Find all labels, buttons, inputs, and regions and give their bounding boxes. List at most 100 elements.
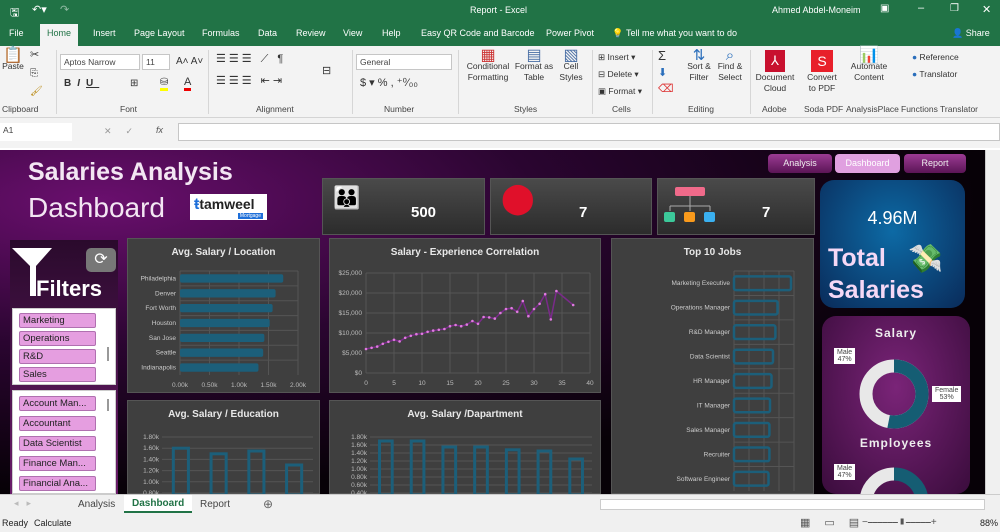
sheet-tab-dashboard[interactable]: Dashboard xyxy=(124,495,193,513)
document-cloud-button[interactable]: ⅄ Document Cloud xyxy=(752,50,798,94)
search-icon: ⌕ xyxy=(725,47,735,64)
zoom-level[interactable]: 88% xyxy=(980,518,998,528)
nav-report-button[interactable]: Report xyxy=(904,154,966,173)
convert-to-pdf-button[interactable]: S Convert to PDF xyxy=(802,50,842,94)
chart-title: Top 10 Jobs xyxy=(683,247,742,258)
bar xyxy=(732,275,793,292)
share-button[interactable]: 👤 Share xyxy=(952,28,990,39)
close-icon[interactable]: ✕ xyxy=(982,3,991,16)
series-line xyxy=(365,289,574,350)
data-point xyxy=(482,315,485,319)
slicer-scrollbar[interactable] xyxy=(107,347,109,361)
calculate-button[interactable]: Calculate xyxy=(34,518,72,528)
tab-insert[interactable]: Insert xyxy=(93,28,116,38)
slicer-item[interactable]: Accountant xyxy=(19,416,96,431)
tell-me-search[interactable]: Tell me what you want to do xyxy=(626,28,737,38)
number-format-select[interactable]: General xyxy=(356,54,452,70)
format-as-table-button[interactable]: ▤ Format as Table xyxy=(514,48,554,83)
data-point xyxy=(375,345,379,348)
slicer-item[interactable]: R&D xyxy=(19,349,96,364)
label: Document xyxy=(755,72,795,82)
slicer-scrollbar[interactable] xyxy=(107,399,109,411)
format-painter-icon[interactable]: 🖌 xyxy=(30,86,43,97)
label: Translator xyxy=(919,69,958,79)
redo-icon[interactable]: ↷ xyxy=(60,3,69,16)
top-jobs-chart: Top 10 Jobs Marketing Executive Operations… xyxy=(611,238,814,494)
restore-icon[interactable]: ❐ xyxy=(950,3,959,14)
clear-filters-button[interactable]: ⟳ xyxy=(86,248,116,272)
vertical-scrollbar[interactable] xyxy=(985,150,1000,494)
slicer-item[interactable]: Data Scientist xyxy=(19,436,96,451)
translator-button[interactable]: ● Translator xyxy=(912,69,957,80)
ribbon-display-icon[interactable]: ▣ xyxy=(880,3,889,14)
label: Select xyxy=(718,72,742,82)
bold-italic-underline-buttons[interactable]: BIU xyxy=(64,78,99,89)
font-grow-shrink-icon[interactable]: A˄ A˅ xyxy=(176,56,203,67)
insert-cells-button[interactable]: ⊞ Insert ▾ xyxy=(598,52,635,63)
nav-dashboard-button[interactable]: Dashboard xyxy=(835,154,900,173)
data-point xyxy=(527,314,530,318)
tab-power-pivot[interactable]: Power Pivot xyxy=(546,28,594,38)
borders-icon[interactable]: ⊞ xyxy=(130,78,138,89)
automate-content-button[interactable]: 📊 Automate Content xyxy=(846,48,892,83)
bar xyxy=(285,463,304,494)
cell-styles-button[interactable]: ▧ Cell Styles xyxy=(556,48,586,83)
tab-easy-qr[interactable]: Easy QR Code and Barcode xyxy=(421,28,535,38)
insert-function-icon[interactable]: fx xyxy=(156,125,163,135)
top-jobs-chart-svg: Marketing Executive Operations Manager R&D… xyxy=(671,270,795,491)
slicer-item[interactable]: Financial Ana... xyxy=(19,476,96,491)
slicer-item[interactable]: Sales xyxy=(19,367,96,382)
align-horizontal-icons[interactable]: ☰☰☰ ⇤⇥ xyxy=(216,76,285,87)
copy-icon[interactable]: ⎘ xyxy=(30,68,38,79)
add-sheet-button[interactable]: ⊕ xyxy=(263,497,273,511)
horizontal-scrollbar[interactable] xyxy=(600,499,985,510)
cancel-confirm-icons[interactable]: ✕✓ xyxy=(104,126,147,137)
tab-page-layout[interactable]: Page Layout xyxy=(134,28,185,38)
cut-icon[interactable]: ✂ xyxy=(30,50,39,61)
kpi-locations: ⬤ 7 xyxy=(490,178,652,235)
tab-scroll-arrows[interactable]: ◂▸ xyxy=(14,498,39,509)
sheet-tab-report[interactable]: Report xyxy=(200,499,230,510)
zoom-slider[interactable]: −⎯⎯⎯⎯⎯⎯▮⎯⎯⎯⎯⎯+ xyxy=(862,517,937,528)
clear-icon[interactable]: ⌫ xyxy=(658,84,674,95)
tab-home[interactable]: Home xyxy=(40,24,79,46)
delete-cells-button[interactable]: ⊟ Delete ▾ xyxy=(598,69,639,80)
nav-analysis-button[interactable]: Analysis xyxy=(768,154,832,173)
tab-formulas[interactable]: Formulas xyxy=(202,28,240,38)
tab-view[interactable]: View xyxy=(343,28,362,38)
format-cells-button[interactable]: ▣ Format ▾ xyxy=(598,86,642,97)
tab-data[interactable]: Data xyxy=(258,28,277,38)
wrap-merge-icon[interactable]: ⊟ xyxy=(322,66,331,77)
slicer-item[interactable]: Finance Man... xyxy=(19,456,96,471)
tab-help[interactable]: Help xyxy=(382,28,401,38)
sort-filter-button[interactable]: ⇅ Sort & Filter xyxy=(684,48,714,83)
tab-review[interactable]: Review xyxy=(296,28,326,38)
undo-icon[interactable]: ↶▾ xyxy=(32,3,47,16)
sheet-tab-analysis[interactable]: Analysis xyxy=(78,499,115,510)
slicer-item[interactable]: Operations xyxy=(19,331,96,346)
font-size-select[interactable]: 11 xyxy=(142,54,170,70)
data-point xyxy=(510,306,513,310)
minimize-icon[interactable]: – xyxy=(918,2,924,14)
align-vertical-icons[interactable]: ☰☰☰ ⟋ ¶ xyxy=(216,54,286,65)
money-envelope-icon: 💸 xyxy=(908,243,943,274)
save-icon[interactable]: 🖫 xyxy=(10,4,19,23)
font-name-select[interactable]: Aptos Narrow xyxy=(60,54,140,70)
fill-color-icon[interactable]: ⛁ xyxy=(160,77,169,91)
reference-button[interactable]: ● Reference xyxy=(912,52,959,63)
slicer-item[interactable]: Account Man... xyxy=(19,396,96,411)
number-format-icons[interactable]: $ ▾ % , ⁺⁰⁄₀₀ xyxy=(360,78,418,89)
paste-button[interactable]: 📋 Paste xyxy=(2,48,24,72)
formula-input[interactable] xyxy=(178,123,1000,141)
name-box[interactable]: A1 xyxy=(0,123,72,141)
autosum-icon[interactable]: Σ xyxy=(658,49,666,62)
bar xyxy=(180,303,273,313)
bar xyxy=(732,324,777,341)
tab-file[interactable]: File xyxy=(9,28,24,38)
font-color-icon[interactable]: A xyxy=(184,77,192,91)
y-tick-label: 1.40k xyxy=(351,450,368,457)
fill-icon[interactable]: ⬇ xyxy=(658,68,667,79)
find-select-button[interactable]: ⌕ Find & Select xyxy=(714,47,746,83)
slicer-item[interactable]: Marketing xyxy=(19,313,96,328)
conditional-formatting-button[interactable]: ▦ Conditional Formatting xyxy=(462,48,514,83)
